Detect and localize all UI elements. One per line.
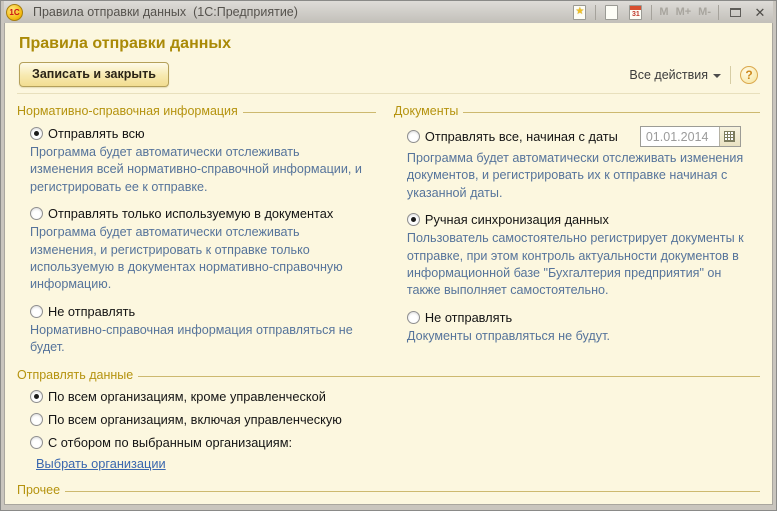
start-date-field: [640, 126, 741, 147]
close-button[interactable]: ✕: [751, 4, 769, 20]
hint-text: Документы отправляться не будут.: [407, 328, 746, 345]
group-title-nsi: Нормативно-справочная информация: [17, 104, 238, 118]
start-date-input[interactable]: [641, 127, 719, 146]
date-picker-button[interactable]: [719, 127, 740, 146]
radio-icon[interactable]: [30, 207, 43, 220]
memory-m-minus-button[interactable]: M-: [698, 6, 711, 18]
radio-label: Отправлять все, начиная с даты: [425, 129, 618, 144]
memory-m-button[interactable]: M: [659, 6, 668, 18]
hint-text: Программа будет автоматически отслеживат…: [30, 144, 362, 196]
radio-label: Отправлять только используемую в докумен…: [48, 206, 333, 221]
radio-icon[interactable]: [30, 390, 43, 403]
group-title-send-data: Отправлять данные: [17, 368, 133, 382]
form-content: Правила отправки данных Записать и закры…: [4, 23, 773, 505]
group-other: Прочее Выгружать аналитику по складам i …: [17, 483, 760, 505]
group-line: [65, 491, 760, 492]
radio-manual-sync[interactable]: Ручная синхронизация данных: [407, 212, 760, 227]
radio-label: С отбором по выбранным организациям:: [48, 435, 292, 450]
group-title-documents: Документы: [394, 104, 458, 118]
pick-organizations-link[interactable]: Выбрать организации: [36, 456, 166, 471]
group-line: [243, 112, 376, 113]
help-button[interactable]: ?: [740, 66, 758, 84]
hint-text: Программа будет автоматически отслеживат…: [30, 224, 362, 294]
chevron-down-icon: [713, 74, 721, 78]
command-bar: Записать и закрыть Все действия ?: [19, 62, 758, 87]
hint-text: Нормативно-справочная информация отправл…: [30, 322, 362, 357]
radio-label: По всем организациям, включая управленче…: [48, 412, 342, 427]
maximize-button[interactable]: [726, 4, 744, 20]
radio-selected-orgs[interactable]: С отбором по выбранным организациям:: [30, 435, 760, 450]
calendar-icon[interactable]: 31: [627, 4, 644, 21]
radio-icon[interactable]: [407, 130, 420, 143]
radio-icon[interactable]: [30, 436, 43, 449]
radio-label: Не отправлять: [48, 304, 135, 319]
title-bar: 1С Правила отправки данных (1С:Предприят…: [4, 1, 773, 23]
radio-icon[interactable]: [407, 311, 420, 324]
radio-send-all-docs[interactable]: Отправлять все, начиная с даты: [407, 126, 760, 147]
hint-text: Пользователь самостоятельно регистрирует…: [407, 230, 746, 300]
group-line: [138, 376, 760, 377]
memory-m-plus-button[interactable]: M+: [676, 6, 692, 18]
app-window: 1С Правила отправки данных (1С:Предприят…: [0, 0, 777, 511]
titlebar-separator: [651, 5, 652, 20]
radio-label: По всем организациям, кроме управленческ…: [48, 389, 326, 404]
radio-no-send-docs[interactable]: Не отправлять: [407, 310, 760, 325]
radio-icon[interactable]: [407, 213, 420, 226]
all-actions-button[interactable]: Все действия: [629, 68, 721, 82]
1c-logo-icon: 1С: [6, 4, 23, 21]
group-title-other: Прочее: [17, 483, 60, 497]
page-title: Правила отправки данных: [19, 35, 760, 53]
radio-icon[interactable]: [30, 127, 43, 140]
titlebar-separator: [718, 5, 719, 20]
save-and-close-button[interactable]: Записать и закрыть: [19, 62, 169, 87]
radio-send-used-nsi[interactable]: Отправлять только используемую в докумен…: [30, 206, 376, 221]
hint-text: Программа будет автоматически отслеживат…: [407, 150, 746, 202]
command-bar-divider: [17, 93, 760, 94]
radio-send-all-nsi[interactable]: Отправлять всю: [30, 126, 376, 141]
titlebar-separator: [595, 5, 596, 20]
radio-icon[interactable]: [30, 413, 43, 426]
radio-label: Ручная синхронизация данных: [425, 212, 609, 227]
all-actions-label: Все действия: [629, 68, 708, 82]
calculator-icon[interactable]: [603, 4, 620, 21]
radio-no-send-nsi[interactable]: Не отправлять: [30, 304, 376, 319]
calendar-grid-icon: [724, 131, 735, 142]
radio-icon[interactable]: [30, 305, 43, 318]
group-nsi: Нормативно-справочная информация Отправл…: [17, 98, 376, 362]
group-line: [463, 112, 760, 113]
group-documents: Документы Отправлять все, начиная с даты…: [394, 98, 760, 362]
radio-label: Отправлять всю: [48, 126, 145, 141]
group-send-data: Отправлять данные По всем организациям, …: [17, 368, 760, 477]
window-title: Правила отправки данных (1С:Предприятие): [33, 5, 298, 19]
command-separator: [730, 66, 731, 84]
radio-all-orgs-incl-mgmt[interactable]: По всем организациям, включая управленче…: [30, 412, 760, 427]
radio-label: Не отправлять: [425, 310, 512, 325]
favorites-icon[interactable]: ★: [571, 4, 588, 21]
radio-all-orgs-except-mgmt[interactable]: По всем организациям, кроме управленческ…: [30, 389, 760, 404]
